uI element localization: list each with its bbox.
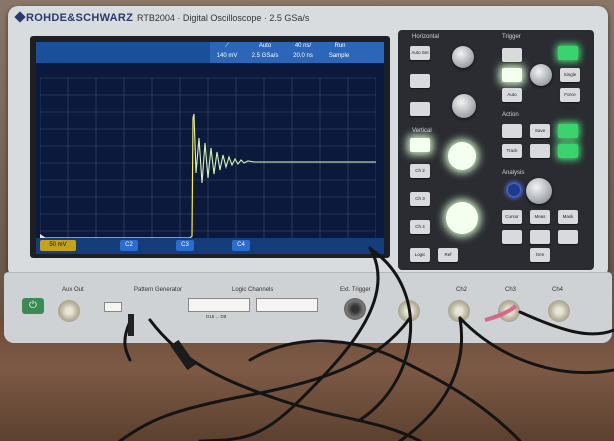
probe-cables [118, 246, 614, 441]
probe-tip-icon [128, 314, 196, 371]
